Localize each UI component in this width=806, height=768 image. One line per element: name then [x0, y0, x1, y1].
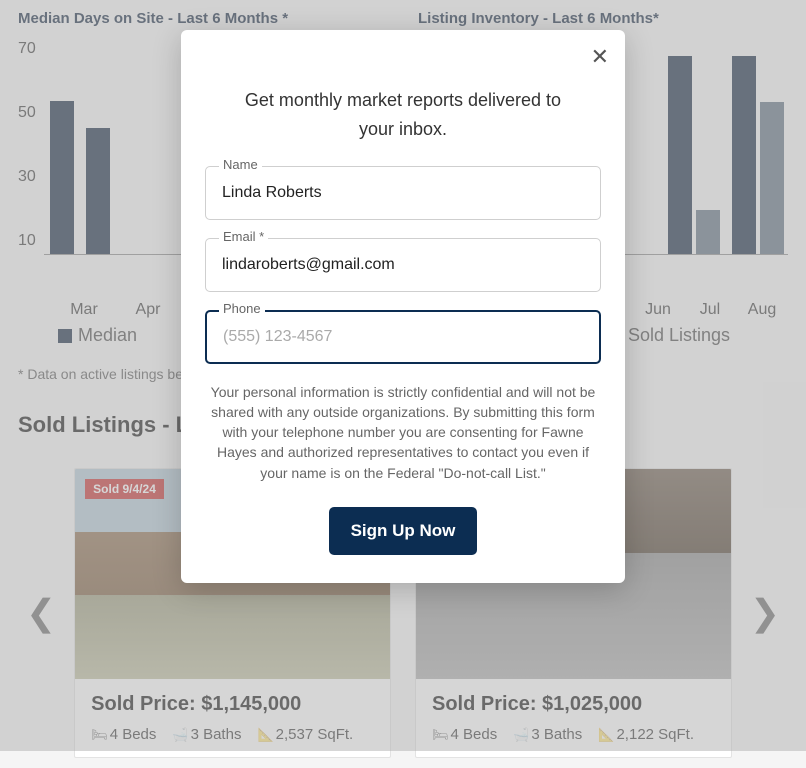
name-field-wrapper: Name [205, 166, 601, 220]
phone-input[interactable] [205, 310, 601, 364]
signup-button[interactable]: Sign Up Now [329, 507, 478, 555]
email-input[interactable] [205, 238, 601, 292]
email-label: Email * [219, 229, 268, 244]
close-icon[interactable]: ✕ [591, 44, 609, 70]
disclaimer: Your personal information is strictly co… [205, 382, 601, 483]
email-field-wrapper: Email * [205, 238, 601, 292]
phone-field-wrapper: Phone [205, 310, 601, 364]
name-input[interactable] [205, 166, 601, 220]
phone-label: Phone [219, 301, 265, 316]
signup-modal: ✕ Get monthly market reports delivered t… [181, 30, 625, 583]
name-label: Name [219, 157, 262, 172]
modal-title: Get monthly market reports delivered to … [205, 86, 601, 144]
